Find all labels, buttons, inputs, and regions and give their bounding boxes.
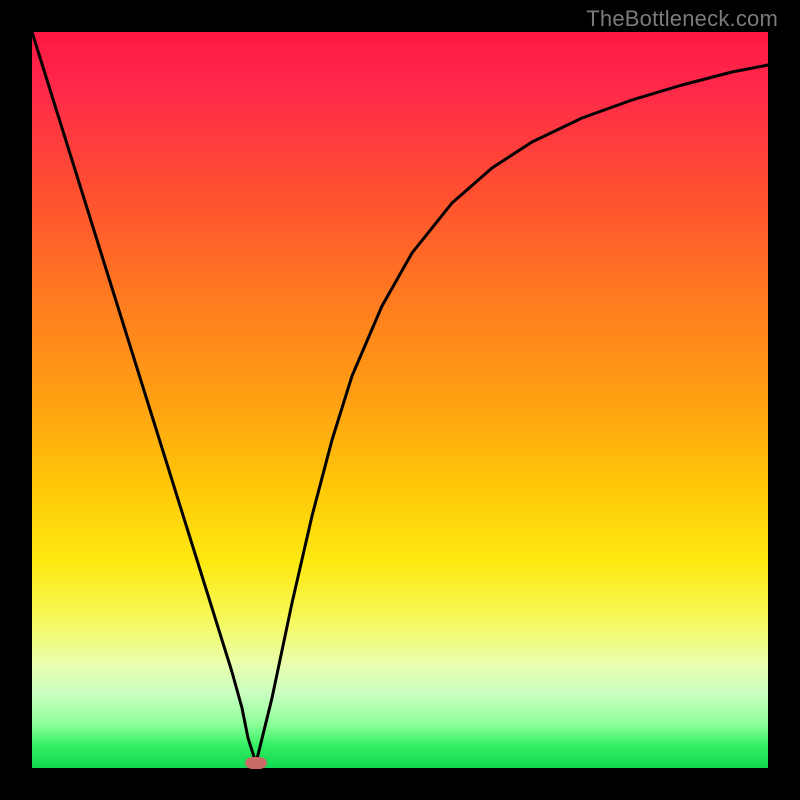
bottleneck-curve bbox=[32, 32, 768, 768]
curve-path bbox=[32, 32, 768, 763]
minimum-marker bbox=[245, 757, 267, 769]
plot-area bbox=[32, 32, 768, 768]
watermark-text: TheBottleneck.com bbox=[586, 6, 778, 32]
chart-frame: TheBottleneck.com bbox=[0, 0, 800, 800]
